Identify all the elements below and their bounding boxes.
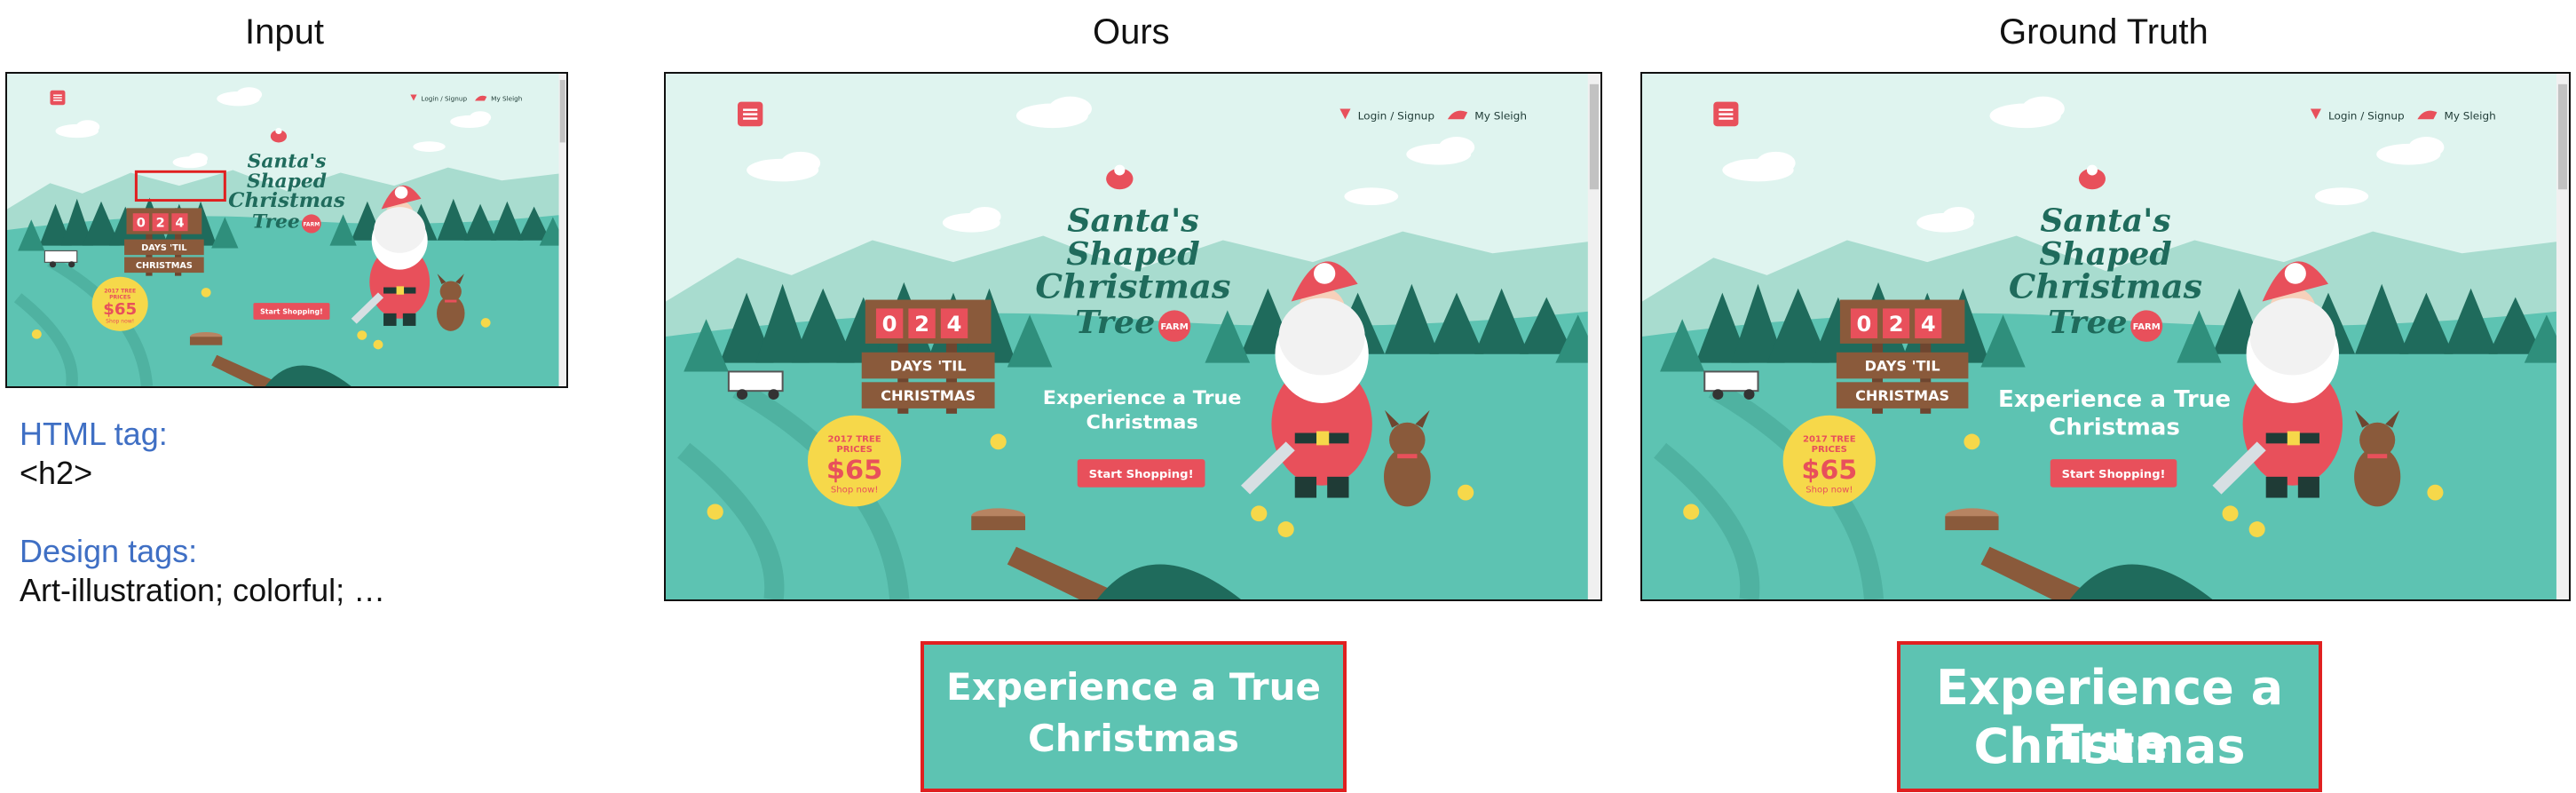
ours-screenshot: Experience a True Christmas [664, 72, 1602, 601]
design-tags-value: Art-illustration; colorful; … [20, 572, 386, 608]
design-tags-heading: Design tags: [20, 533, 198, 569]
ours-headline-line2: Christmas [1087, 412, 1198, 434]
html-tag-value: <h2> [20, 455, 93, 491]
ours-headline-line1: Experience a True [1043, 387, 1242, 409]
ours-crop-line1: Experience a True [946, 665, 1321, 709]
html-tag-heading: HTML tag: [20, 416, 168, 452]
ours-crop-line2: Christmas [1027, 717, 1239, 760]
ours-scene-illustration: Experience a True Christmas [666, 74, 1600, 599]
column-title-ground-truth: Ground Truth [1999, 12, 2209, 52]
input-screenshot [5, 72, 568, 388]
truth-headline-line1: Experience a True [1998, 386, 2231, 413]
truth-headline-line2: Christmas [2049, 415, 2180, 441]
truth-crop: Experience a True Christmas [1897, 641, 2322, 792]
truth-crop-line2: Christmas [1973, 718, 2246, 774]
column-title-ours: Ours [1093, 12, 1170, 52]
column-title-input: Input [245, 12, 324, 52]
truth-scene-illustration: Experience a True Christmas [1642, 74, 2569, 599]
input-scene-illustration [7, 74, 566, 386]
ground-truth-screenshot: Experience a True Christmas [1640, 72, 2571, 601]
ours-crop: Experience a True Christmas [921, 641, 1347, 792]
